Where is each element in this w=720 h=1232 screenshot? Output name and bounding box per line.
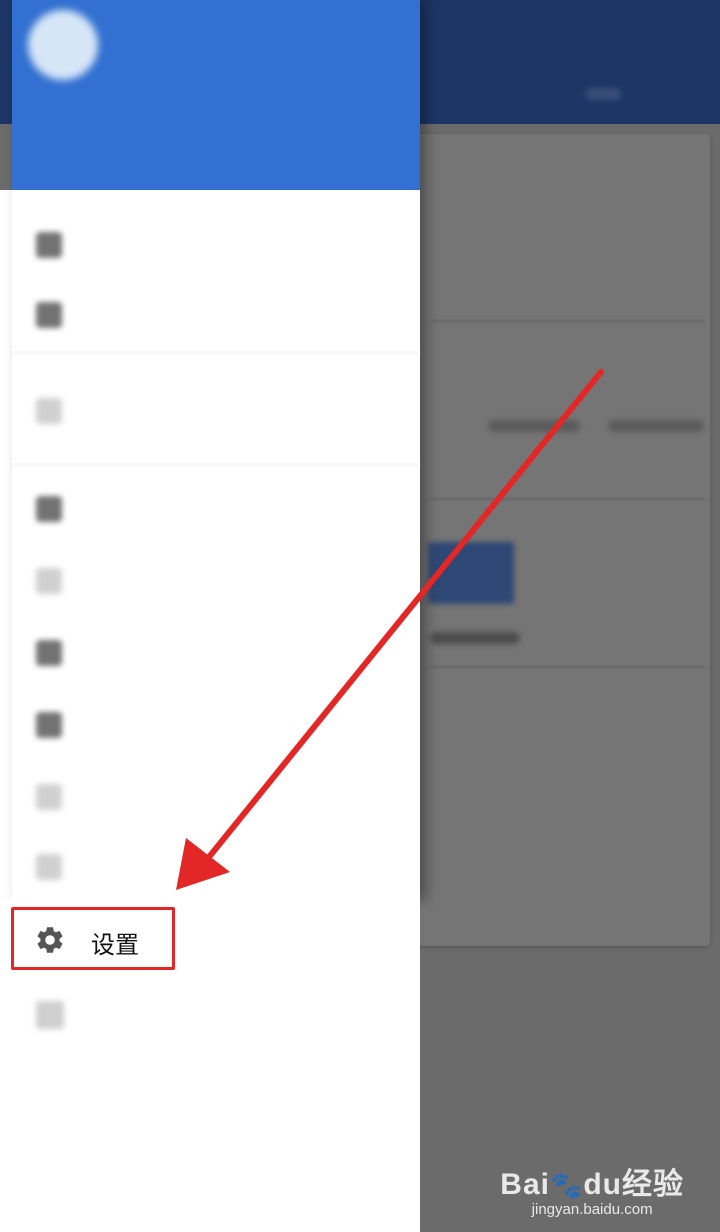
inbox-icon [36,302,62,328]
drawer-item-2[interactable] [12,284,420,344]
watermark-logo: Bai🐾du经验 [500,1159,684,1203]
drawer-item-9[interactable] [12,836,420,896]
drawer-item-info[interactable] [14,985,394,1045]
drawer-item-4[interactable] [12,478,420,538]
tag-icon [36,712,62,738]
drawer-divider [12,352,420,353]
card-button [428,542,514,604]
navigation-drawer [12,0,420,900]
watermark-logo-mid: du [583,1168,622,1201]
watermark-subtitle: jingyan.baidu.com [531,1201,653,1218]
highlight-box [11,907,175,970]
drawer-item-6[interactable] [12,622,420,682]
watermark-logo-text: Bai [500,1168,550,1201]
folder-icon [36,496,62,522]
toolbar-icon [585,88,621,100]
paw-icon: 🐾 [549,1170,584,1200]
card-text [608,420,704,432]
card-text [488,420,580,432]
drawer-item-3[interactable] [12,380,420,440]
card-text [430,632,520,644]
label-icon [36,784,62,810]
drawer-item-7[interactable] [12,694,420,754]
tag-icon [36,640,62,666]
folder-outline-icon [36,568,62,594]
account-icon [36,232,62,258]
content-card [414,134,710,946]
download-icon [36,854,62,880]
drawer-divider [12,464,420,465]
avatar[interactable] [28,10,98,80]
watermark-logo-cn: 经验 [622,1168,684,1201]
star-icon [36,398,62,424]
watermark: Bai🐾du经验 jingyan.baidu.com [500,1159,684,1218]
drawer-item-1[interactable] [12,214,420,274]
drawer-header [12,0,420,190]
info-icon [36,1001,64,1029]
drawer-item-5[interactable] [12,550,420,610]
drawer-item-8[interactable] [12,766,420,826]
card-divider [430,666,705,668]
card-divider [430,498,705,500]
card-divider [430,320,705,322]
